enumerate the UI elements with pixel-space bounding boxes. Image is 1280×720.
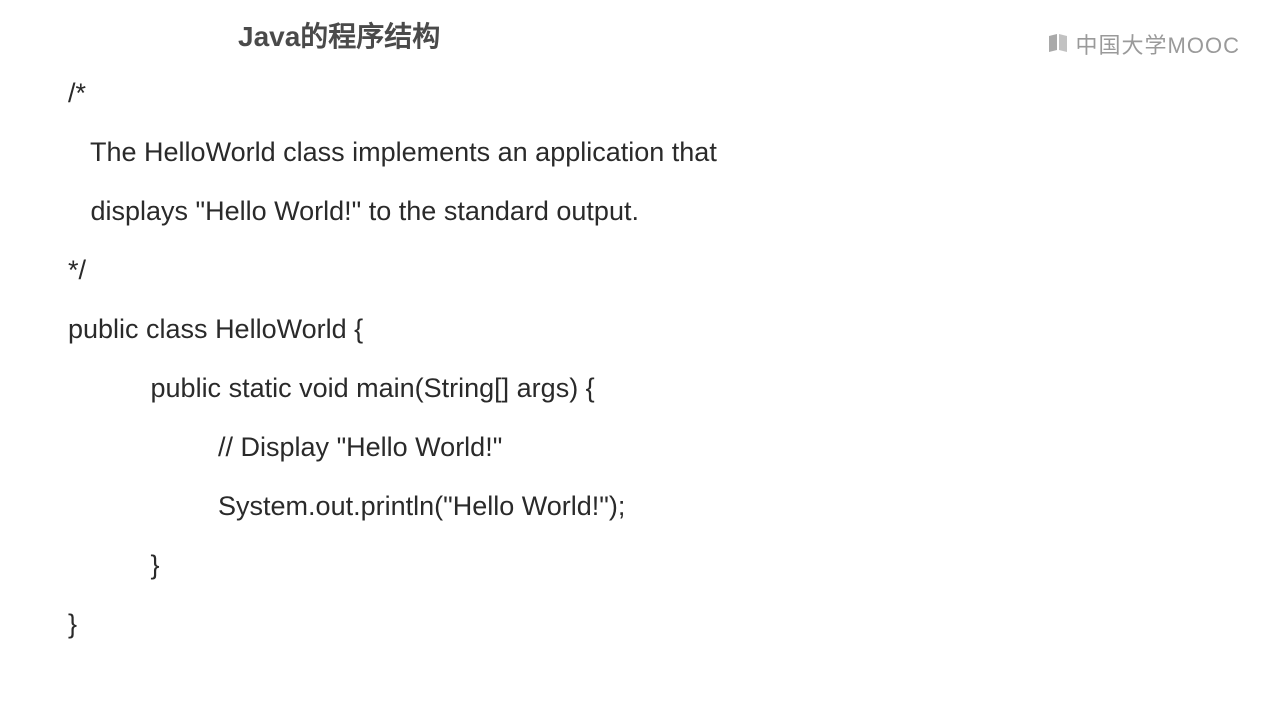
- logo-text: 中国大学MOOC: [1076, 28, 1240, 60]
- code-line: displays "Hello World!" to the standard …: [68, 198, 717, 225]
- code-example: /* The HelloWorld class implements an ap…: [68, 80, 717, 638]
- book-icon: [1046, 32, 1070, 56]
- code-line: public class HelloWorld {: [68, 316, 717, 343]
- code-line: System.out.println("Hello World!");: [68, 493, 717, 520]
- platform-logo: 中国大学MOOC: [1046, 28, 1240, 60]
- code-line: /*: [68, 80, 717, 107]
- code-line: }: [68, 611, 717, 638]
- slide-title: Java的程序结构: [238, 15, 440, 55]
- code-line: The HelloWorld class implements an appli…: [68, 139, 717, 166]
- code-line: */: [68, 257, 717, 284]
- code-line: public static void main(String[] args) {: [68, 375, 717, 402]
- code-line: }: [68, 552, 717, 579]
- code-line: // Display "Hello World!": [68, 434, 717, 461]
